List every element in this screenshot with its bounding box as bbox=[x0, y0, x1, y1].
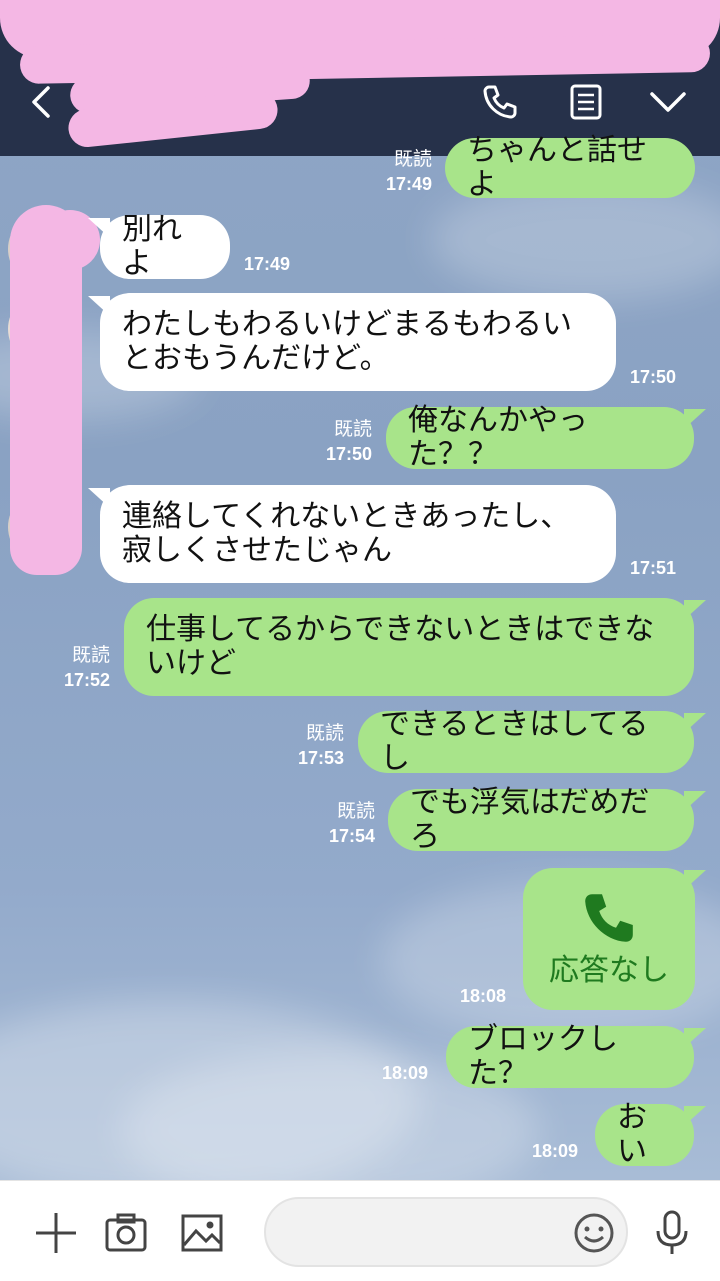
message-text: 別れよ bbox=[122, 212, 182, 281]
outgoing-message[interactable]: おい bbox=[595, 1100, 694, 1169]
incoming-message[interactable]: わたしもわるいけどまるもわるい とおもうんだけど。 bbox=[100, 293, 616, 391]
missed-call-message[interactable]: 応答なし bbox=[523, 868, 695, 1010]
message-time: 17:52 bbox=[63, 670, 110, 690]
microphone-button[interactable] bbox=[650, 1209, 694, 1257]
message-text: おい bbox=[617, 1100, 647, 1169]
outgoing-message[interactable]: でも浮気はだめだろ bbox=[388, 785, 694, 854]
message-meta: 既読 17:53 bbox=[272, 722, 344, 770]
microphone-icon bbox=[656, 1210, 688, 1254]
message-text: ブロックした？ bbox=[468, 1022, 618, 1091]
message-time: 17:50 bbox=[325, 444, 372, 464]
read-receipt: 既読 bbox=[71, 645, 110, 666]
outgoing-message[interactable]: 仕事してるからできないときはできな いけど bbox=[124, 598, 694, 696]
message-time: 17:54 bbox=[328, 826, 375, 846]
plus-button[interactable] bbox=[34, 1211, 78, 1255]
message-time: 18:08 bbox=[460, 986, 507, 1006]
message-time: 17:49 bbox=[385, 174, 432, 194]
image-button[interactable] bbox=[180, 1211, 224, 1255]
input-bar bbox=[0, 1180, 720, 1281]
emoji-icon bbox=[574, 1213, 614, 1253]
camera-button[interactable] bbox=[104, 1211, 148, 1255]
message-meta: 既読 17:54 bbox=[303, 800, 375, 848]
message-text: でも浮気はだめだろ bbox=[410, 785, 650, 854]
emoji-button[interactable] bbox=[572, 1211, 616, 1255]
message-time: 18:09 bbox=[382, 1063, 429, 1083]
message-text: できるときはしてるし bbox=[380, 707, 649, 776]
message-meta: 既読 17:50 bbox=[300, 418, 372, 466]
message-time: 17:53 bbox=[297, 748, 344, 768]
outgoing-message[interactable]: ブロックした？ bbox=[446, 1022, 694, 1091]
read-receipt: 既読 bbox=[333, 419, 372, 440]
read-receipt: 既読 bbox=[305, 723, 344, 744]
incoming-message[interactable]: 別れよ bbox=[100, 212, 230, 281]
message-time: 17:49 bbox=[244, 254, 291, 274]
message-text: わたしもわるいけどまるもわるい とおもうんだけど。 bbox=[122, 307, 572, 376]
image-icon bbox=[181, 1214, 223, 1252]
read-receipt: 既読 bbox=[336, 801, 375, 822]
message-time: 17:51 bbox=[630, 558, 677, 578]
message-time: 17:50 bbox=[630, 367, 677, 387]
message-meta: 既読 17:52 bbox=[38, 644, 110, 692]
plus-icon bbox=[36, 1213, 76, 1253]
message-text: 連絡してくれないときあったし、 寂しくさせたじゃん bbox=[122, 499, 571, 568]
outgoing-message[interactable]: 俺なんかやった？？ bbox=[386, 403, 694, 472]
incoming-message[interactable]: 連絡してくれないときあったし、 寂しくさせたじゃん bbox=[100, 485, 616, 583]
outgoing-message[interactable]: できるときはしてるし bbox=[358, 707, 694, 776]
message-text: 仕事してるからできないときはできな いけど bbox=[146, 612, 655, 681]
phone-icon bbox=[585, 894, 633, 942]
camera-icon bbox=[105, 1213, 147, 1252]
message-text: 俺なんかやった？？ bbox=[408, 403, 588, 472]
message-time: 18:09 bbox=[532, 1141, 579, 1161]
call-status-text: 応答なし bbox=[549, 953, 669, 988]
